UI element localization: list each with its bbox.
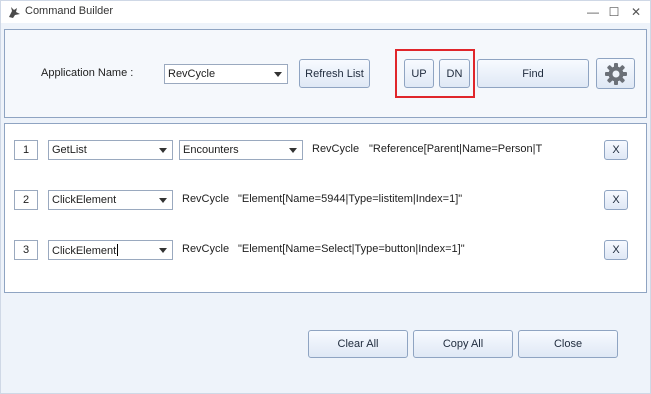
settings-button[interactable] — [596, 58, 635, 89]
application-name-value: RevCycle — [168, 68, 216, 80]
refresh-list-button[interactable]: Refresh List — [299, 59, 370, 88]
row-3-index[interactable]: 3 — [14, 240, 38, 260]
row-2-action-dropdown[interactable]: ClickElement — [48, 190, 173, 210]
row-1-index[interactable]: 1 — [14, 140, 38, 160]
clear-all-button[interactable]: Clear All — [308, 330, 408, 358]
row-1-action-dropdown[interactable]: GetList — [48, 140, 173, 160]
chevron-down-icon[interactable] — [155, 192, 171, 208]
close-window-icon[interactable]: ✕ — [626, 3, 646, 21]
row-2-app: RevCycle — [182, 193, 230, 205]
command-builder-window: Command Builder — ☐ ✕ Application Name :… — [0, 0, 651, 394]
row-2-action-value: ClickElement — [52, 194, 117, 206]
title-bar: Command Builder — ☐ ✕ — [1, 1, 650, 23]
row-1-target-value: Encounters — [183, 144, 239, 156]
maximize-icon[interactable]: ☐ — [604, 3, 624, 21]
row-3-remove-button[interactable]: X — [604, 240, 628, 260]
chevron-down-icon[interactable] — [155, 142, 171, 158]
row-3-action-value: ClickElement — [52, 244, 119, 257]
row-1-locator: "Reference[Parent|Name=Person|T — [369, 143, 543, 155]
close-button[interactable]: Close — [518, 330, 618, 358]
row-2-remove-button[interactable]: X — [604, 190, 628, 210]
application-name-label: Application Name : — [41, 67, 134, 79]
row-3-action-dropdown[interactable]: ClickElement — [48, 240, 173, 260]
chevron-down-icon[interactable] — [285, 142, 301, 158]
window-title: Command Builder — [25, 5, 114, 17]
copy-all-button[interactable]: Copy All — [413, 330, 513, 358]
row-2-locator: "Element[Name=5944|Type=listitem|Index=1… — [238, 193, 463, 205]
row-1-target-dropdown[interactable]: Encounters — [179, 140, 303, 160]
chevron-down-icon[interactable] — [270, 66, 286, 82]
text-cursor — [117, 244, 119, 256]
chevron-down-icon[interactable] — [155, 242, 171, 258]
highlight-annotation — [395, 49, 475, 98]
row-3-locator: "Element[Name=Select|Type=button|Index=1… — [238, 243, 465, 255]
row-3-action-text: ClickElement — [52, 245, 117, 257]
row-1-remove-button[interactable]: X — [604, 140, 628, 160]
app-logo-icon — [7, 5, 23, 19]
application-name-dropdown[interactable]: RevCycle — [164, 64, 288, 84]
find-button[interactable]: Find — [477, 59, 589, 88]
row-3-app: RevCycle — [182, 243, 230, 255]
row-1-app: RevCycle — [312, 143, 360, 155]
minimize-icon[interactable]: — — [583, 3, 603, 21]
gear-icon — [604, 62, 628, 86]
row-2-index[interactable]: 2 — [14, 190, 38, 210]
row-1-action-value: GetList — [52, 144, 87, 156]
